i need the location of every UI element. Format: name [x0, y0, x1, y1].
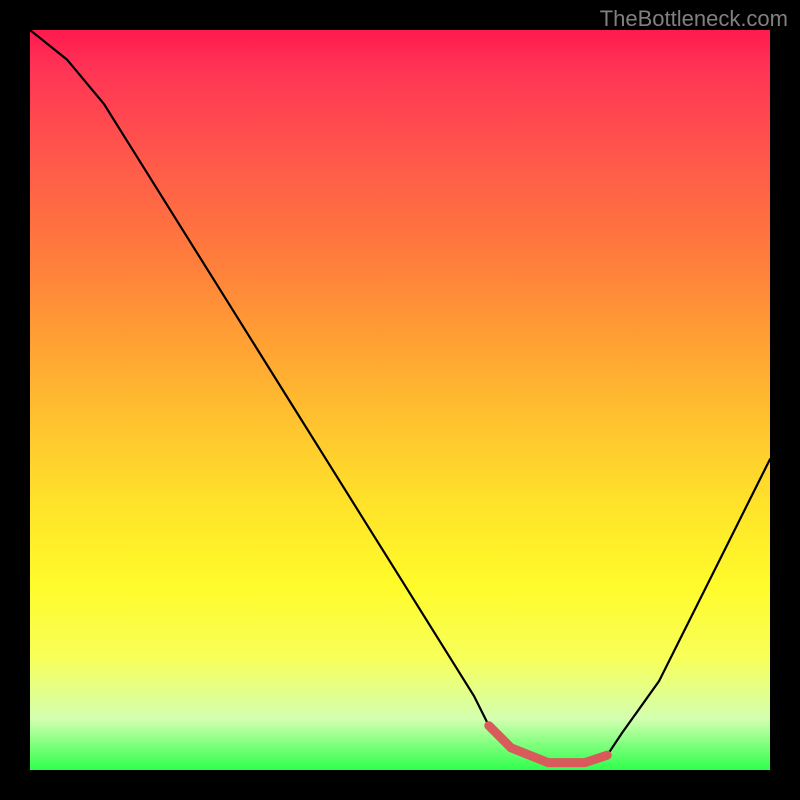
curve-svg — [30, 30, 770, 770]
chart-container: TheBottleneck.com — [0, 0, 800, 800]
bottleneck-curve — [30, 30, 770, 763]
optimal-zone-marker — [489, 726, 607, 763]
plot-area — [30, 30, 770, 770]
watermark-text: TheBottleneck.com — [600, 6, 788, 32]
